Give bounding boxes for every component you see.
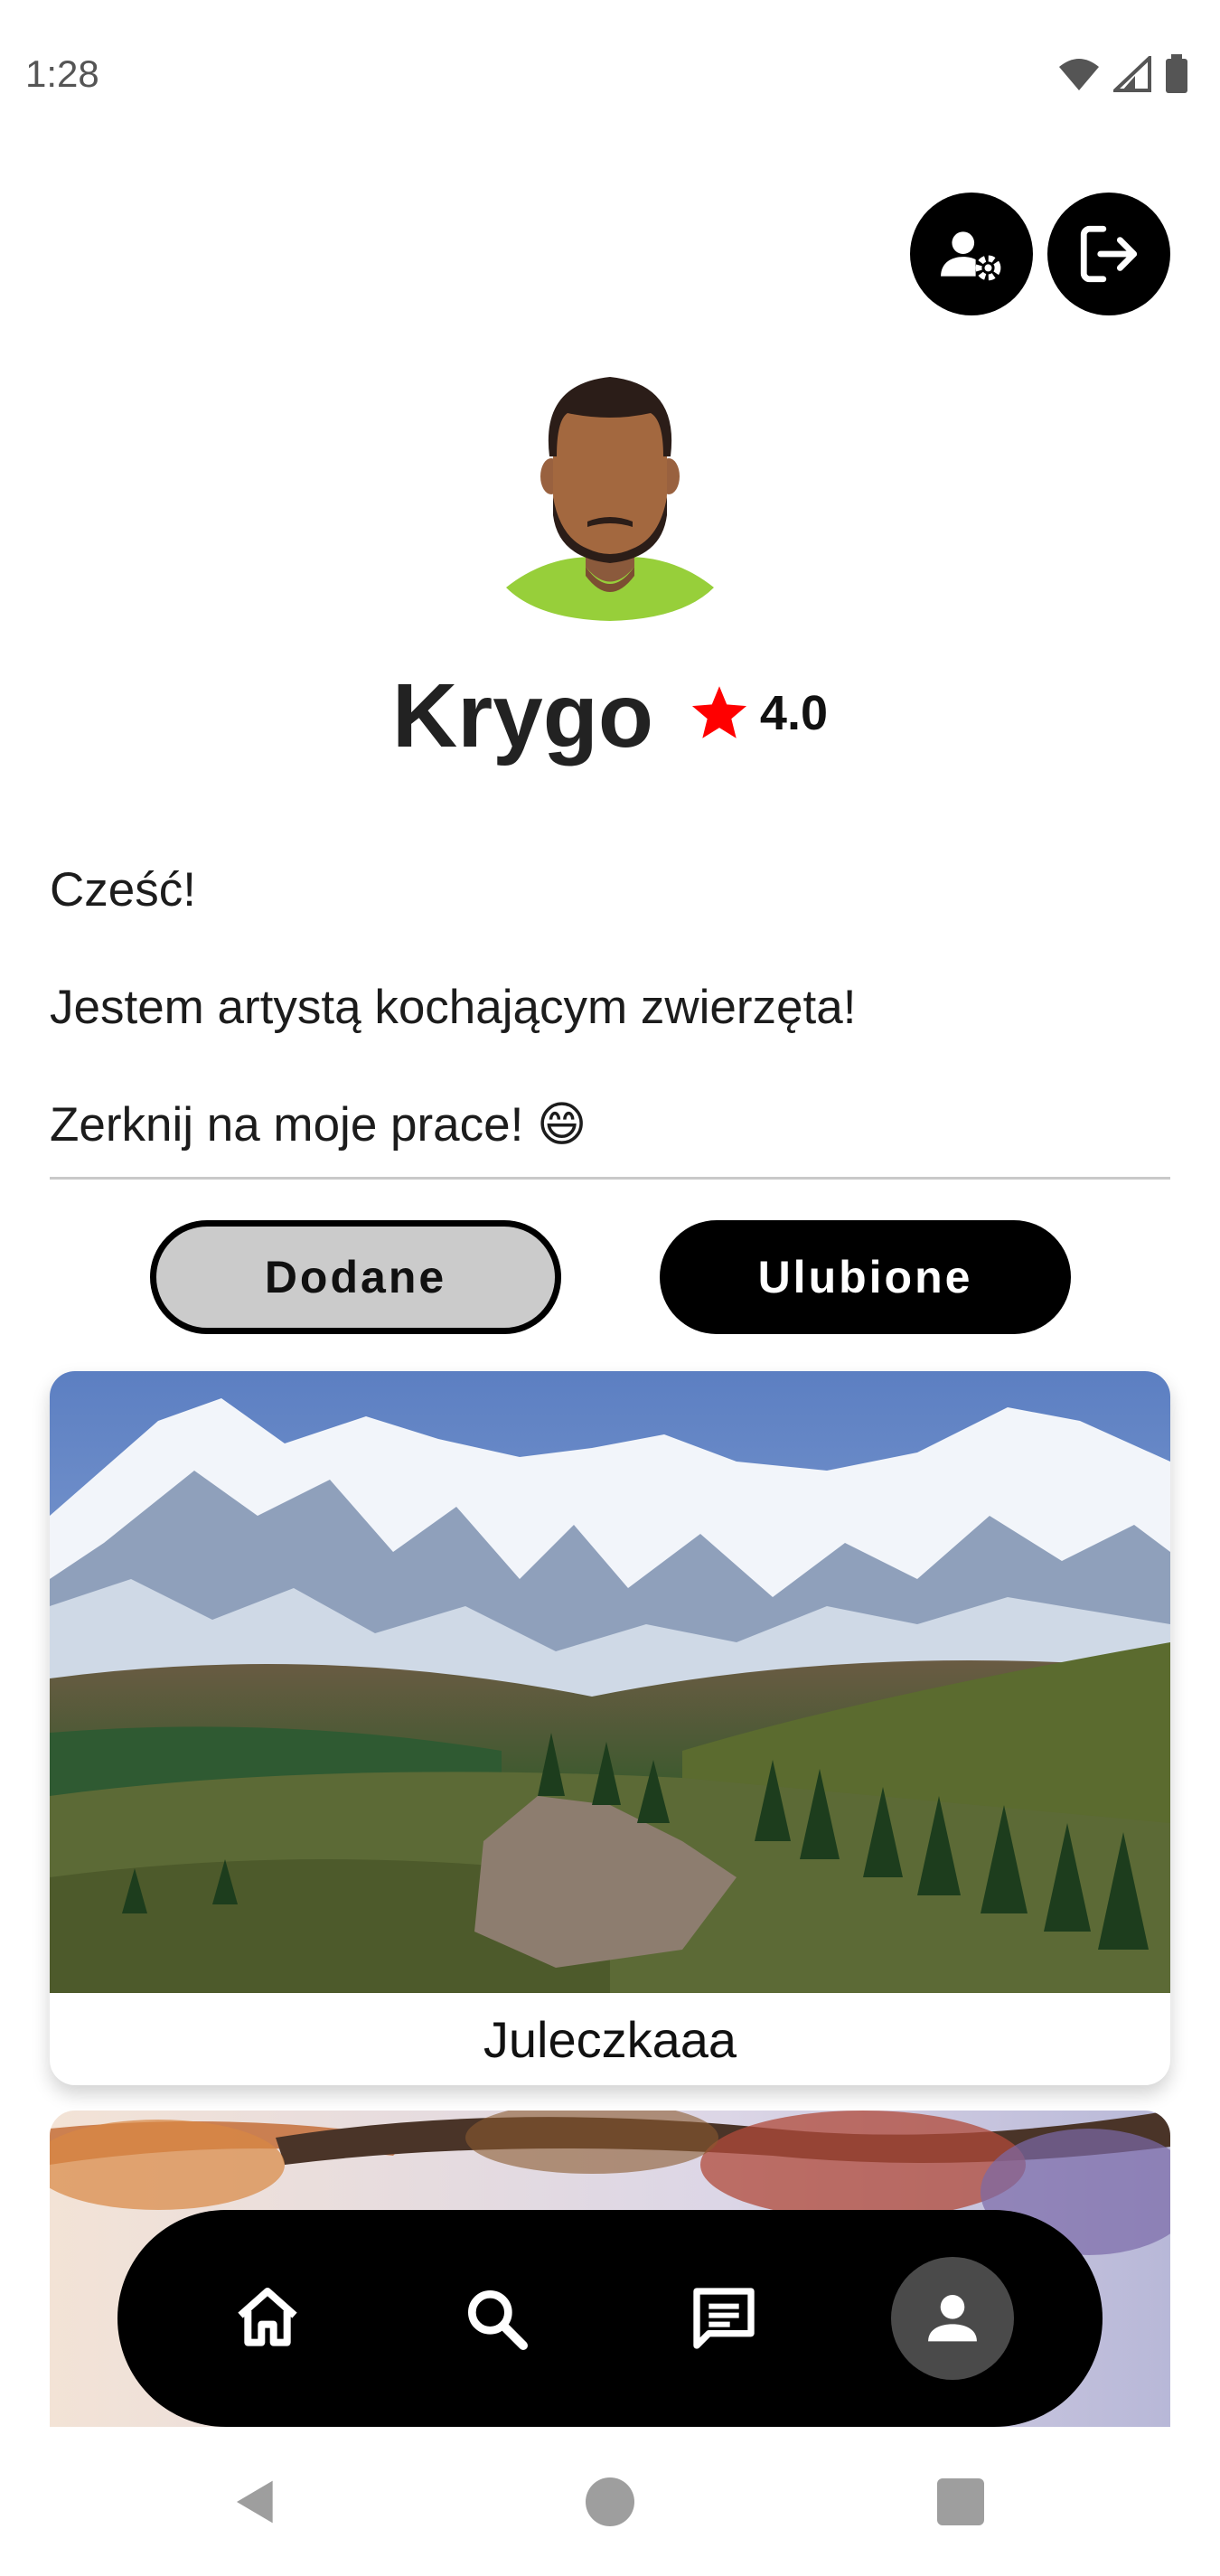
battery-icon [1166,54,1187,93]
artwork-image [50,1371,1170,1993]
profile-header: Krygo 4.0 [0,664,1220,768]
nav-search[interactable] [435,2257,558,2380]
account-settings-button[interactable] [910,193,1033,315]
nav-messages[interactable] [662,2257,785,2380]
wifi-icon [1059,59,1099,90]
tab-favorites[interactable]: Ulubione [660,1220,1071,1334]
bio-line: Jestem artystą kochającym zwierzęta! [50,981,857,1034]
status-bar: 1:28 [0,0,1220,154]
cell-signal-icon [1113,56,1151,92]
user-settings-icon [941,231,1001,281]
tab-added[interactable]: Dodane [150,1220,561,1334]
bio-line: Zerknij na moje prace! 😄 [50,1098,587,1152]
bio-divider [50,1177,1170,1180]
home-icon [238,2288,297,2346]
artwork-author: Juleczkaaa [483,2010,737,2068]
bio-line: Cześć! [50,863,196,917]
system-navigation-bar [0,2427,1220,2576]
profile-actions [910,193,1170,315]
status-time: 1:28 [25,52,99,95]
recent-apps-icon[interactable] [937,2478,984,2525]
rating: 4.0 [688,682,828,744]
nav-profile[interactable] [890,2257,1014,2380]
search-icon [467,2290,528,2350]
profile-bio: Cześć! Jestem artystą kochającym zwierzę… [50,854,1170,1207]
logout-icon [1080,225,1138,283]
logout-button[interactable] [1047,193,1170,315]
chat-icon [693,2288,755,2349]
nav-home[interactable] [206,2257,329,2380]
avatar [506,377,714,621]
profile-icon [927,2295,977,2342]
bottom-navigation [117,2210,1103,2427]
home-system-icon[interactable] [586,2477,634,2526]
rating-value: 4.0 [759,685,828,740]
status-icons [1057,54,1189,94]
profile-name: Krygo [392,665,653,766]
artwork-card[interactable]: Juleczkaaa [50,1371,1170,2085]
star-icon [691,685,746,738]
back-icon[interactable] [230,2477,281,2527]
